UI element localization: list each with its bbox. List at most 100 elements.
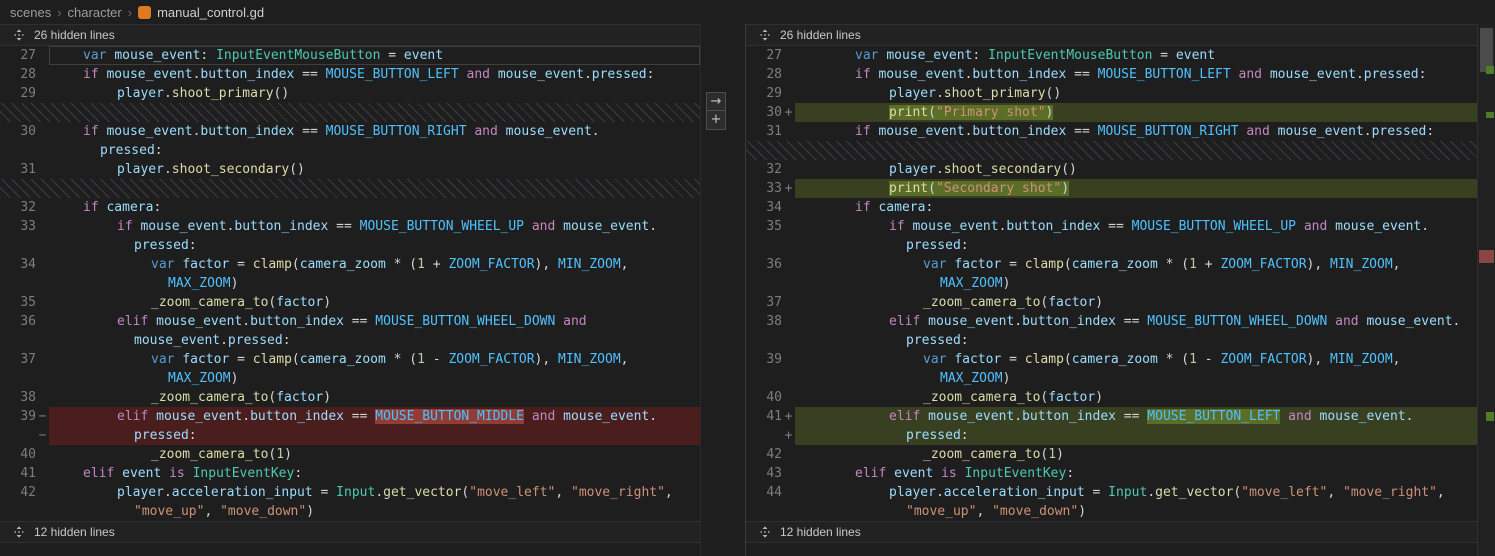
original-pane: 26 hidden lines 27var mouse_event: Input… xyxy=(0,24,700,556)
token: _zoom_camera_to xyxy=(151,390,268,405)
code-row[interactable]: 42_zoom_camera_to(1) xyxy=(746,445,1477,464)
diff-marker xyxy=(36,236,49,255)
token: "move_up" xyxy=(906,504,976,519)
token: ( xyxy=(292,257,300,272)
unfold-icon xyxy=(759,526,771,538)
diff-add-button[interactable]: + xyxy=(706,111,726,130)
code-row[interactable]: 38_zoom_camera_to(factor) xyxy=(0,388,700,407)
breadcrumb-item-character[interactable]: character xyxy=(68,5,122,20)
code-row[interactable]: 41+elif mouse_event.button_index == MOUS… xyxy=(746,407,1477,426)
line-number xyxy=(746,274,782,293)
breadcrumb-item-file[interactable]: manual_control.gd xyxy=(157,5,264,20)
token: camera_zoom xyxy=(1072,257,1158,272)
expand-hidden-lines-top-original[interactable]: 26 hidden lines xyxy=(0,24,700,46)
code-row[interactable]: 36var factor = clamp(camera_zoom * (1 + … xyxy=(746,255,1477,274)
code-row[interactable]: 41elif event is InputEventKey: xyxy=(0,464,700,483)
code-row[interactable]: MAX_ZOOM) xyxy=(0,274,700,293)
code-row[interactable]: 31player.shoot_secondary() xyxy=(0,160,700,179)
code-row[interactable]: 29player.shoot_primary() xyxy=(746,84,1477,103)
code-line: _zoom_camera_to(factor) xyxy=(49,388,700,407)
code-line: MAX_ZOOM) xyxy=(795,369,1477,388)
code-row[interactable]: 32player.shoot_secondary() xyxy=(746,160,1477,179)
code-row[interactable]: 39−elif mouse_event.button_index == MOUS… xyxy=(0,407,700,426)
token: elif xyxy=(855,466,894,481)
expand-hidden-lines-top-modified[interactable]: 26 hidden lines xyxy=(746,24,1477,46)
code-row[interactable]: 42player.acceleration_input = Input.get_… xyxy=(0,483,700,502)
diff-revert-arrow-button[interactable]: → xyxy=(706,92,726,111)
diff-marker xyxy=(782,217,795,236)
code-row[interactable]: "move_up", "move_down") xyxy=(746,502,1477,521)
code-row[interactable]: 27var mouse_event: InputEventMouseButton… xyxy=(746,46,1477,65)
code-line: var factor = clamp(camera_zoom * (1 + ZO… xyxy=(49,255,700,274)
diff-marker xyxy=(36,502,49,521)
token: . xyxy=(1356,67,1364,82)
code-row[interactable]: 34if camera: xyxy=(746,198,1477,217)
token: == xyxy=(1066,67,1097,82)
code-row[interactable]: 34var factor = clamp(camera_zoom * (1 + … xyxy=(0,255,700,274)
gdscript-file-icon xyxy=(138,6,151,19)
token: () xyxy=(1046,86,1062,101)
token: get_vector xyxy=(383,485,461,500)
code-row[interactable]: 30+print("Primary shot") xyxy=(746,103,1477,122)
expand-hidden-lines-bottom-modified[interactable]: 12 hidden lines xyxy=(746,521,1477,543)
overview-ruler[interactable] xyxy=(1477,24,1495,556)
code-row[interactable]: 28if mouse_event.button_index == MOUSE_B… xyxy=(0,65,700,84)
code-row[interactable]: 29player.shoot_primary() xyxy=(0,84,700,103)
code-row[interactable]: −pressed: xyxy=(0,426,700,445)
expand-hidden-lines-bottom-original[interactable]: 12 hidden lines xyxy=(0,521,700,543)
token: print xyxy=(889,105,928,120)
token: mouse_event xyxy=(563,409,649,424)
code-row[interactable]: "move_up", "move_down") xyxy=(0,502,700,521)
token: , xyxy=(1393,352,1401,367)
diff-action-widget: → + xyxy=(706,92,726,130)
original-code: 27var mouse_event: InputEventMouseButton… xyxy=(0,46,700,521)
code-row[interactable]: 35_zoom_camera_to(factor) xyxy=(0,293,700,312)
breadcrumb-item-scenes[interactable]: scenes xyxy=(10,5,51,20)
code-row[interactable]: pressed: xyxy=(0,236,700,255)
diff-editor-window: scenes › character › manual_control.gd 2… xyxy=(0,0,1495,556)
code-row[interactable]: pressed: xyxy=(746,331,1477,350)
token: _zoom_camera_to xyxy=(151,295,268,310)
code-row[interactable]: 31if mouse_event.button_index == MOUSE_B… xyxy=(746,122,1477,141)
code-row[interactable]: 36elif mouse_event.button_index == MOUSE… xyxy=(0,312,700,331)
token: player xyxy=(117,485,164,500)
code-row[interactable]: 30if mouse_event.button_index == MOUSE_B… xyxy=(0,122,700,141)
token: mouse_event xyxy=(498,67,584,82)
code-row[interactable]: 28if mouse_event.button_index == MOUSE_B… xyxy=(746,65,1477,84)
token: camera_zoom xyxy=(300,352,386,367)
code-row[interactable]: MAX_ZOOM) xyxy=(746,274,1477,293)
line-number: 42 xyxy=(0,483,36,502)
code-row[interactable]: 39var factor = clamp(camera_zoom * (1 - … xyxy=(746,350,1477,369)
code-row[interactable]: mouse_event.pressed: xyxy=(0,331,700,350)
code-row[interactable]: 40_zoom_camera_to(1) xyxy=(0,445,700,464)
code-row[interactable]: 33+print("Secondary shot") xyxy=(746,179,1477,198)
code-row[interactable]: 37var factor = clamp(camera_zoom * (1 - … xyxy=(0,350,700,369)
code-line: if camera: xyxy=(795,198,1477,217)
diff-marker: + xyxy=(782,407,795,426)
code-row[interactable]: 35if mouse_event.button_index == MOUSE_B… xyxy=(746,217,1477,236)
token: ZOOM_FACTOR xyxy=(1220,257,1306,272)
code-row[interactable]: 33if mouse_event.button_index == MOUSE_B… xyxy=(0,217,700,236)
code-row[interactable]: 27var mouse_event: InputEventMouseButton… xyxy=(0,46,700,65)
token: : xyxy=(961,428,969,443)
diff-filler-row xyxy=(746,141,1477,160)
code-row[interactable]: pressed: xyxy=(746,236,1477,255)
code-line: var factor = clamp(camera_zoom * (1 - ZO… xyxy=(795,350,1477,369)
code-row[interactable]: 44player.acceleration_input = Input.get_… xyxy=(746,483,1477,502)
code-row[interactable]: 43elif event is InputEventKey: xyxy=(746,464,1477,483)
token: . xyxy=(936,86,944,101)
token: * ( xyxy=(1158,257,1189,272)
token: event xyxy=(122,466,161,481)
code-row[interactable]: MAX_ZOOM) xyxy=(746,369,1477,388)
token: elif xyxy=(83,466,122,481)
code-row[interactable]: 38elif mouse_event.button_index == MOUSE… xyxy=(746,312,1477,331)
code-row[interactable]: MAX_ZOOM) xyxy=(0,369,700,388)
diff-marker: − xyxy=(36,407,49,426)
token: MAX_ZOOM xyxy=(168,276,231,291)
hidden-lines-label: 26 hidden lines xyxy=(780,28,861,42)
code-row[interactable]: 40_zoom_camera_to(factor) xyxy=(746,388,1477,407)
code-row[interactable]: pressed: xyxy=(0,141,700,160)
code-row[interactable]: +pressed: xyxy=(746,426,1477,445)
code-row[interactable]: 32if camera: xyxy=(0,198,700,217)
code-row[interactable]: 37_zoom_camera_to(factor) xyxy=(746,293,1477,312)
